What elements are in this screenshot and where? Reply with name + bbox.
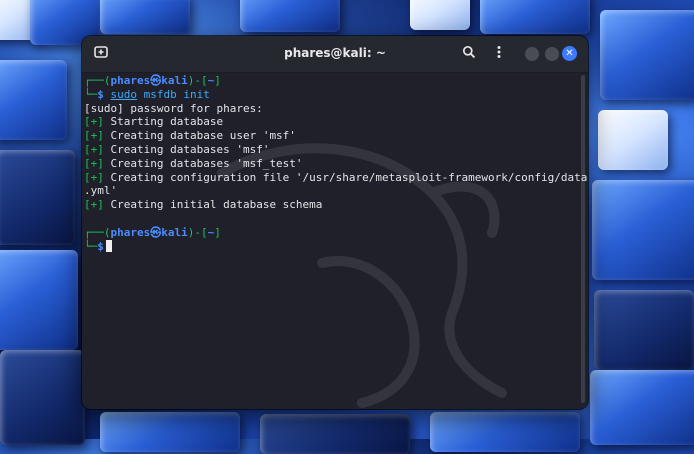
terminal-output[interactable]: ┌──(phares㉿kali)-[~] └─$ sudo msfdb init… bbox=[82, 73, 588, 409]
terminal-window: phares@kali: ~ ✕ ┌──(phares㉿kali)-[~] └─… bbox=[82, 36, 588, 409]
prompt-line-1-top: ┌──(phares㉿kali)-[~] bbox=[84, 74, 221, 87]
output-line: [+] Creating database user 'msf' bbox=[84, 129, 296, 143]
kebab-menu-icon[interactable] bbox=[490, 45, 508, 63]
window-title: phares@kali: ~ bbox=[284, 46, 386, 60]
output-line: [+] Creating databases 'msf' bbox=[84, 142, 270, 156]
titlebar: phares@kali: ~ ✕ bbox=[82, 36, 588, 73]
prompt-line-1-command: └─$ sudo msfdb init bbox=[84, 87, 210, 101]
output-line: [+] Creating configuration file '/usr/sh… bbox=[84, 170, 588, 184]
output-line: [+] Creating databases 'msf_test' bbox=[84, 156, 303, 170]
search-icon[interactable] bbox=[460, 45, 478, 63]
command-sudo: sudo bbox=[110, 87, 138, 101]
minimize-icon[interactable] bbox=[525, 47, 539, 61]
prompt-line-2-command: └─$ bbox=[84, 239, 588, 254]
text-cursor bbox=[105, 239, 112, 252]
command-text: msfdb init bbox=[137, 87, 210, 101]
output-line: .yml' bbox=[84, 184, 118, 198]
close-icon[interactable]: ✕ bbox=[562, 46, 577, 61]
output-line: [sudo] password for phares: bbox=[84, 101, 263, 115]
maximize-icon[interactable] bbox=[545, 47, 559, 61]
prompt-line-2-top: ┌──(phares㉿kali)-[~] bbox=[84, 225, 221, 239]
output-line: [+] Creating initial database schema bbox=[84, 198, 323, 212]
output-line: [+] Starting database bbox=[84, 115, 224, 129]
